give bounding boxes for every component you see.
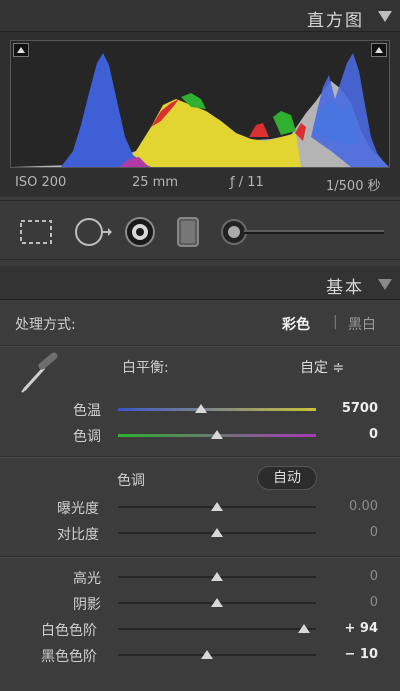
shadow-clipping-button[interactable] xyxy=(13,43,29,57)
collapse-triangle-icon[interactable] xyxy=(378,11,392,22)
temp-label: 色温 xyxy=(73,403,101,419)
temp-value[interactable]: 5700 xyxy=(318,401,378,416)
shadow-clipping-icon xyxy=(17,47,25,53)
white-balance-dropdown[interactable]: 自定 ≑ xyxy=(300,357,344,377)
tint-slider-thumb[interactable] xyxy=(211,430,223,439)
histogram xyxy=(10,40,390,168)
white-balance-eyedropper-icon[interactable] xyxy=(14,352,60,398)
red-eye-icon[interactable] xyxy=(123,215,157,249)
highlights-value[interactable]: 0 xyxy=(318,569,378,584)
highlight-clipping-button[interactable] xyxy=(371,43,387,57)
exif-focal-length: 25 mm xyxy=(132,175,179,190)
blacks-slider-thumb[interactable] xyxy=(201,650,214,659)
treatment-separator: | xyxy=(333,314,338,330)
section-divider-highlight xyxy=(0,346,400,347)
exposure-value[interactable]: 0.00 xyxy=(318,499,378,514)
exif-shutter-speed: 1/500 秒 xyxy=(326,179,381,194)
histogram-panel-header[interactable]: 直方图 xyxy=(0,0,400,32)
blacks-label: 黑色色阶 xyxy=(41,649,97,665)
tint-label: 色调 xyxy=(73,429,101,445)
shadows-label: 阴影 xyxy=(73,597,101,613)
spot-removal-icon[interactable] xyxy=(72,215,112,249)
shadows-slider-thumb[interactable] xyxy=(211,598,223,607)
temp-slider-thumb[interactable] xyxy=(195,404,208,413)
contrast-slider-thumb[interactable] xyxy=(211,528,223,537)
blacks-slider-track[interactable] xyxy=(118,654,316,656)
treatment-label: 处理方式: xyxy=(15,317,76,333)
highlights-slider-thumb[interactable] xyxy=(211,572,223,581)
white-balance-label: 白平衡: xyxy=(122,360,169,376)
temp-slider-track[interactable] xyxy=(118,408,316,411)
tool-strip xyxy=(0,200,400,260)
whites-label: 白色色阶 xyxy=(41,623,97,639)
histogram-yellow-channel xyxy=(121,99,301,167)
treatment-color-option[interactable]: 彩色 xyxy=(282,314,310,334)
crop-overlay-icon[interactable] xyxy=(18,218,54,246)
auto-tone-button[interactable]: 自动 xyxy=(257,466,317,490)
section-divider-highlight xyxy=(0,557,400,558)
exif-iso: ISO 200 xyxy=(15,175,67,190)
graduated-filter-icon[interactable] xyxy=(175,216,201,248)
histogram-area: ISO 200 25 mm ƒ / 11 1/500 秒 xyxy=(0,32,400,197)
section-divider-highlight xyxy=(0,457,400,458)
shadows-value[interactable]: 0 xyxy=(318,595,378,610)
exposure-slider-thumb[interactable] xyxy=(211,502,223,511)
highlights-label: 高光 xyxy=(73,571,101,587)
basic-panel-header[interactable]: 基本 xyxy=(0,266,400,300)
exposure-label: 曝光度 xyxy=(57,501,99,517)
treatment-bw-option[interactable]: 黑白 xyxy=(348,314,376,334)
histogram-title: 直方图 xyxy=(307,11,364,31)
blacks-value[interactable]: − 10 xyxy=(318,647,378,662)
contrast-label: 对比度 xyxy=(57,527,99,543)
whites-slider-track[interactable] xyxy=(118,628,316,630)
histogram-graph xyxy=(11,53,389,167)
tone-label: 色调 xyxy=(117,473,145,489)
exif-aperture: ƒ / 11 xyxy=(230,175,264,190)
highlight-clipping-icon xyxy=(375,47,383,53)
whites-slider-thumb[interactable] xyxy=(298,624,311,633)
tint-value[interactable]: 0 xyxy=(318,427,378,442)
collapse-triangle-icon[interactable] xyxy=(378,279,392,290)
contrast-value[interactable]: 0 xyxy=(318,525,378,540)
adjustment-brush-icon[interactable] xyxy=(220,218,385,246)
whites-value[interactable]: + 94 xyxy=(318,621,378,636)
basic-panel-title: 基本 xyxy=(326,278,364,298)
